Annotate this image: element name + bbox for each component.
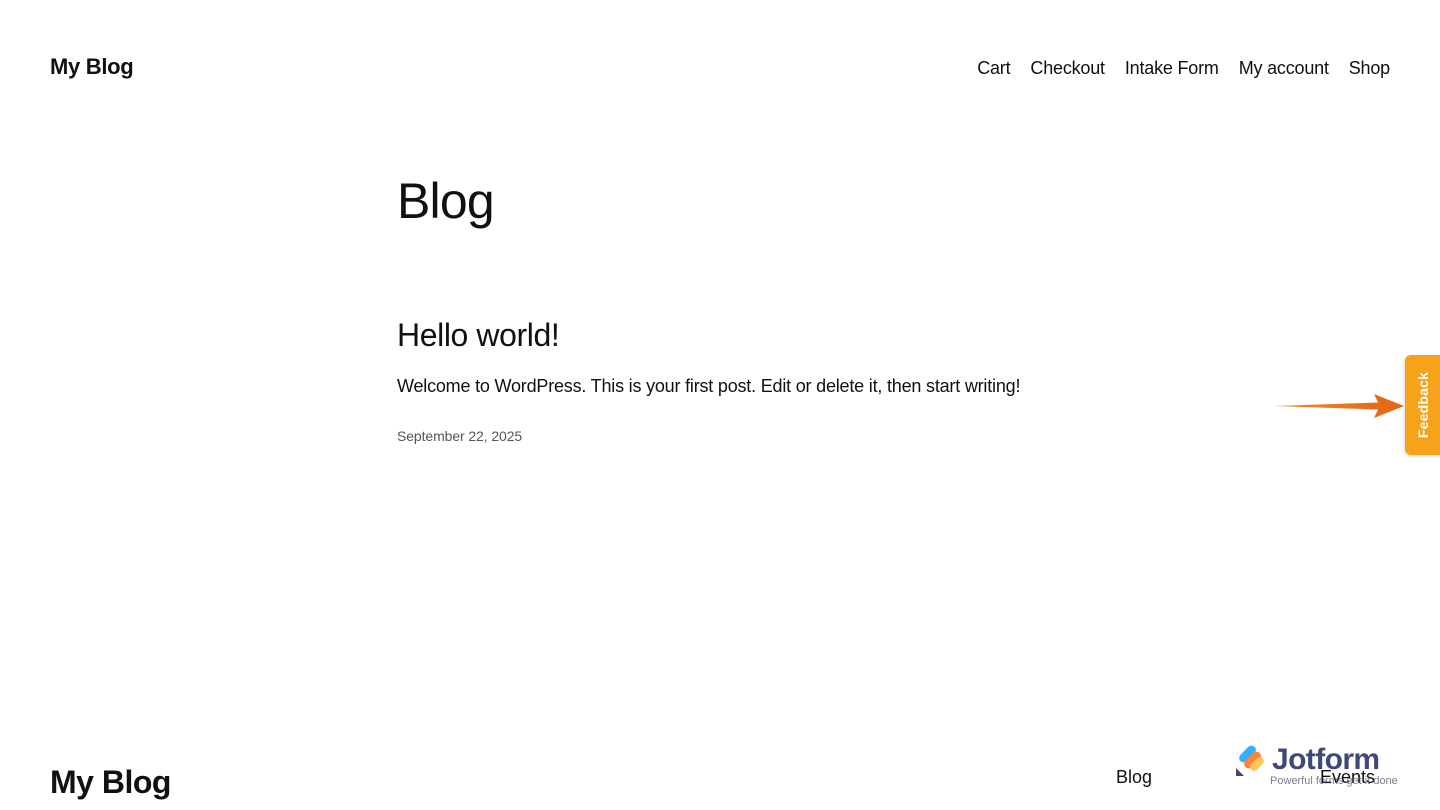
page-title: Blog [397,173,495,229]
feedback-button[interactable]: Feedback [1405,355,1440,455]
post-item: Hello world! Welcome to WordPress. This … [397,314,1097,444]
feedback-label: Feedback [1414,371,1431,439]
post-excerpt: Welcome to WordPress. This is your first… [397,376,1021,396]
nav-item-intake-form[interactable]: Intake Form [1125,54,1219,82]
footer-nav-item-blog[interactable]: Blog [1116,764,1152,790]
nav-item-cart[interactable]: Cart [977,54,1010,82]
post-title-link[interactable]: Hello world! [397,317,560,353]
footer-site-title-link[interactable]: My Blog [50,760,171,804]
jotform-badge[interactable]: Jotform Powerful forms get it done [1234,743,1406,790]
site-title-link[interactable]: My Blog [50,52,134,82]
post-title: Hello world! [397,314,1097,356]
post-date: September 22, 2025 [397,428,523,444]
jotform-tagline: Powerful forms get it done [1270,775,1398,787]
nav-item-shop[interactable]: Shop [1349,54,1390,82]
page: My Blog Cart Checkout Intake Form My acc… [0,0,1440,810]
nav-item-checkout[interactable]: Checkout [1030,54,1105,82]
jotform-name: Jotform [1272,743,1380,776]
arrow-right-icon [1274,394,1404,418]
primary-navigation: Cart Checkout Intake Form My account Sho… [977,54,1390,82]
jotform-logo-icon [1236,745,1264,776]
nav-item-my-account[interactable]: My account [1239,54,1329,82]
